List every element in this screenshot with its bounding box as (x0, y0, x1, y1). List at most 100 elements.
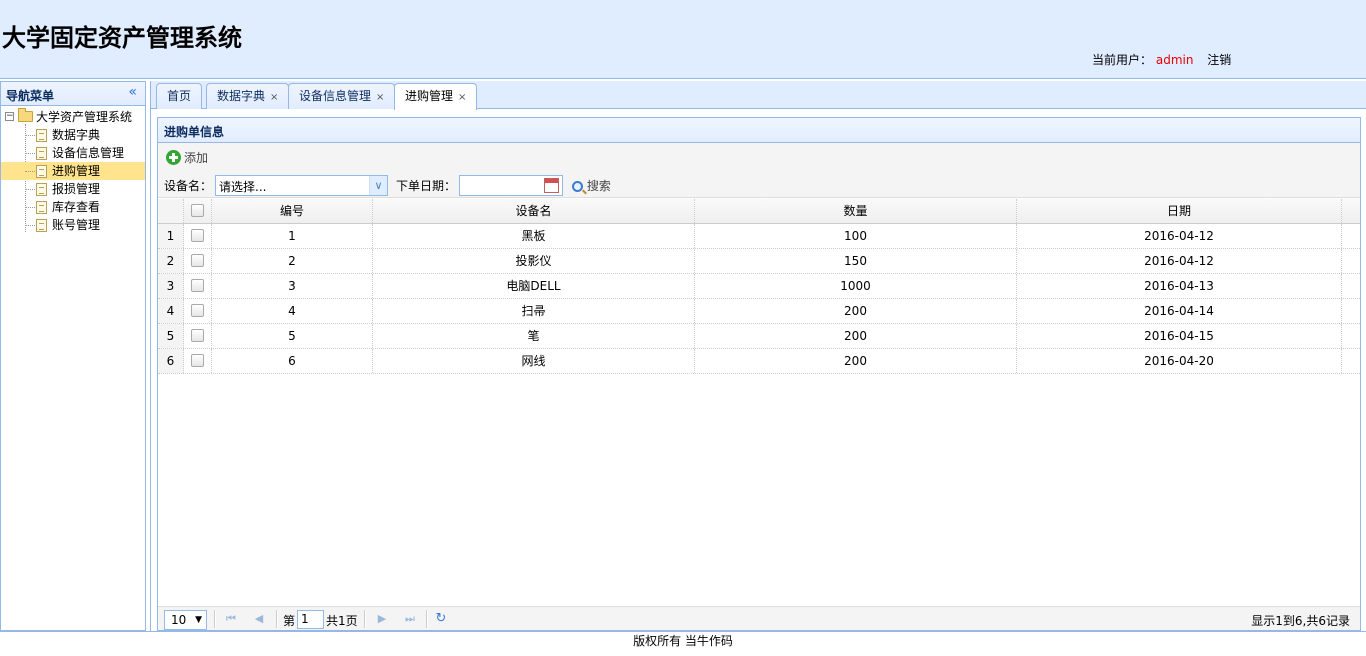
column-header-name[interactable]: 设备名 (373, 199, 695, 223)
nav-panel-header: 导航菜单 « (1, 82, 145, 106)
column-header-qty[interactable]: 数量 (695, 199, 1017, 223)
row-checkbox[interactable] (191, 354, 204, 367)
tree-root-node[interactable]: − 大学资产管理系统 (1, 108, 145, 126)
table-row[interactable]: 6 6 网线 200 2016-04-20 (158, 349, 1360, 374)
table-row[interactable]: 3 3 电脑DELL 1000 2016-04-13 (158, 274, 1360, 299)
nav-item[interactable]: 账号管理 (1, 216, 145, 234)
nav-item-label: 进购管理 (52, 164, 101, 178)
page-size-select[interactable]: 10 ▼ (164, 610, 207, 630)
order-date-field[interactable] (459, 175, 563, 196)
tab-bar: 首页 数据字典 × 设备信息管理 × 进购管理 × (151, 81, 1366, 110)
chevron-down-icon[interactable]: ∨ (369, 176, 387, 195)
dropdown-arrow-icon: ▼ (195, 615, 202, 625)
nav-item[interactable]: 报损管理 (1, 180, 145, 198)
table-row[interactable]: 5 5 笔 200 2016-04-15 (158, 324, 1360, 349)
tree-guide-line (25, 135, 35, 136)
calendar-icon[interactable] (544, 178, 559, 193)
pager-info: 显示1到6,共6记录 (1251, 614, 1350, 628)
file-icon (36, 147, 47, 160)
device-name-select[interactable]: 请选择... ∨ (215, 175, 388, 196)
app-header: 大学固定资产管理系统 当前用户： admin 注销 (0, 0, 1366, 79)
tree-root-label: 大学资产管理系统 (36, 110, 133, 124)
collapse-icon[interactable]: « (128, 84, 137, 100)
cell-id: 5 (212, 324, 373, 348)
prev-page-icon[interactable]: ◀ (252, 612, 266, 626)
cell-qty: 200 (695, 349, 1017, 373)
nav-title: 导航菜单 (6, 89, 55, 103)
search-button[interactable]: 搜索 (572, 177, 611, 194)
current-user-name: admin (1155, 53, 1194, 67)
close-icon[interactable]: × (376, 92, 384, 103)
page-number-input[interactable]: 1 (297, 610, 324, 629)
tab-label: 设备信息管理 (299, 89, 372, 103)
cell-qty: 1000 (695, 274, 1017, 298)
row-checkbox[interactable] (191, 254, 204, 267)
nav-item[interactable]: 数据字典 (1, 126, 145, 144)
next-page-icon[interactable]: ▶ (375, 612, 389, 626)
row-number: 1 (158, 224, 184, 248)
app-title: 大学固定资产管理系统 (2, 24, 242, 52)
nav-item-label: 库存查看 (52, 200, 101, 214)
cell-id: 2 (212, 249, 373, 273)
add-button[interactable]: 添加 (166, 149, 208, 167)
folder-icon (18, 108, 33, 122)
cell-date: 2016-04-15 (1017, 324, 1342, 348)
table-row[interactable]: 1 1 黑板 100 2016-04-12 (158, 224, 1360, 249)
file-icon (36, 201, 47, 214)
cell-id: 1 (212, 224, 373, 248)
row-check-cell (184, 274, 212, 298)
nav-item-label: 账号管理 (52, 218, 101, 232)
select-all-checkbox[interactable] (191, 204, 204, 217)
tree-guide-line (25, 225, 35, 226)
tree-collapse-icon[interactable]: − (5, 112, 14, 121)
row-check-cell (184, 249, 212, 273)
close-icon[interactable]: × (458, 92, 466, 103)
row-check-cell (184, 349, 212, 373)
file-icon (36, 165, 47, 178)
last-page-icon[interactable]: ⏭ (403, 612, 417, 626)
first-page-icon[interactable]: ⏮ (224, 612, 238, 626)
row-check-cell (184, 224, 212, 248)
cell-date: 2016-04-20 (1017, 349, 1342, 373)
panel-header: 进购单信息 (158, 118, 1360, 143)
row-checkbox[interactable] (191, 229, 204, 242)
cell-name: 黑板 (373, 224, 695, 248)
tab-3[interactable]: 进购管理 × (394, 83, 478, 110)
close-icon[interactable]: × (270, 92, 278, 103)
tab-2[interactable]: 设备信息管理 × (288, 83, 396, 109)
row-checkbox[interactable] (191, 304, 204, 317)
rownum-header (158, 199, 184, 223)
cell-name: 扫帚 (373, 299, 695, 323)
cell-name: 网线 (373, 349, 695, 373)
tab-label: 首页 (167, 89, 192, 103)
row-checkbox[interactable] (191, 279, 204, 292)
refresh-icon[interactable]: ↻ (434, 612, 448, 626)
column-header-date[interactable]: 日期 (1017, 199, 1342, 223)
tree-guide-line (25, 189, 35, 190)
main-area: 首页 数据字典 × 设备信息管理 × 进购管理 × 进购单信息 添加 设备名： 请选择...… (150, 81, 1366, 631)
pagination-bar: 10 ▼ ⏮ ◀ 第 1 共1页 ▶ ⏭ ↻ 显示1到6,共6记录 (158, 606, 1360, 630)
table-row[interactable]: 4 4 扫帚 200 2016-04-14 (158, 299, 1360, 324)
row-checkbox[interactable] (191, 329, 204, 342)
nav-item[interactable]: 进购管理 (1, 162, 145, 180)
page-footer: 版权所有 当牛作码 (0, 631, 1366, 656)
row-check-cell (184, 299, 212, 323)
cell-qty: 200 (695, 299, 1017, 323)
nav-item-label: 设备信息管理 (52, 146, 125, 160)
tab-1[interactable]: 数据字典 × (206, 83, 290, 109)
tab-0[interactable]: 首页 (156, 83, 203, 109)
nav-item[interactable]: 库存查看 (1, 198, 145, 216)
column-header-id[interactable]: 编号 (212, 199, 373, 223)
purchase-grid: 编号 设备名 数量 日期 1 1 黑板 100 2016-04-12 2 2 投影仪 150 20… (158, 199, 1360, 606)
row-check-cell (184, 324, 212, 348)
logout-link[interactable]: 注销 (1207, 53, 1231, 67)
cell-id: 3 (212, 274, 373, 298)
nav-item[interactable]: 设备信息管理 (1, 144, 145, 162)
table-row[interactable]: 2 2 投影仪 150 2016-04-12 (158, 249, 1360, 274)
row-number: 3 (158, 274, 184, 298)
pager-separator (276, 610, 278, 628)
device-name-label: 设备名： (164, 179, 213, 193)
page-prefix: 第 (283, 614, 296, 628)
file-icon (36, 183, 47, 196)
search-label: 搜索 (586, 179, 611, 193)
